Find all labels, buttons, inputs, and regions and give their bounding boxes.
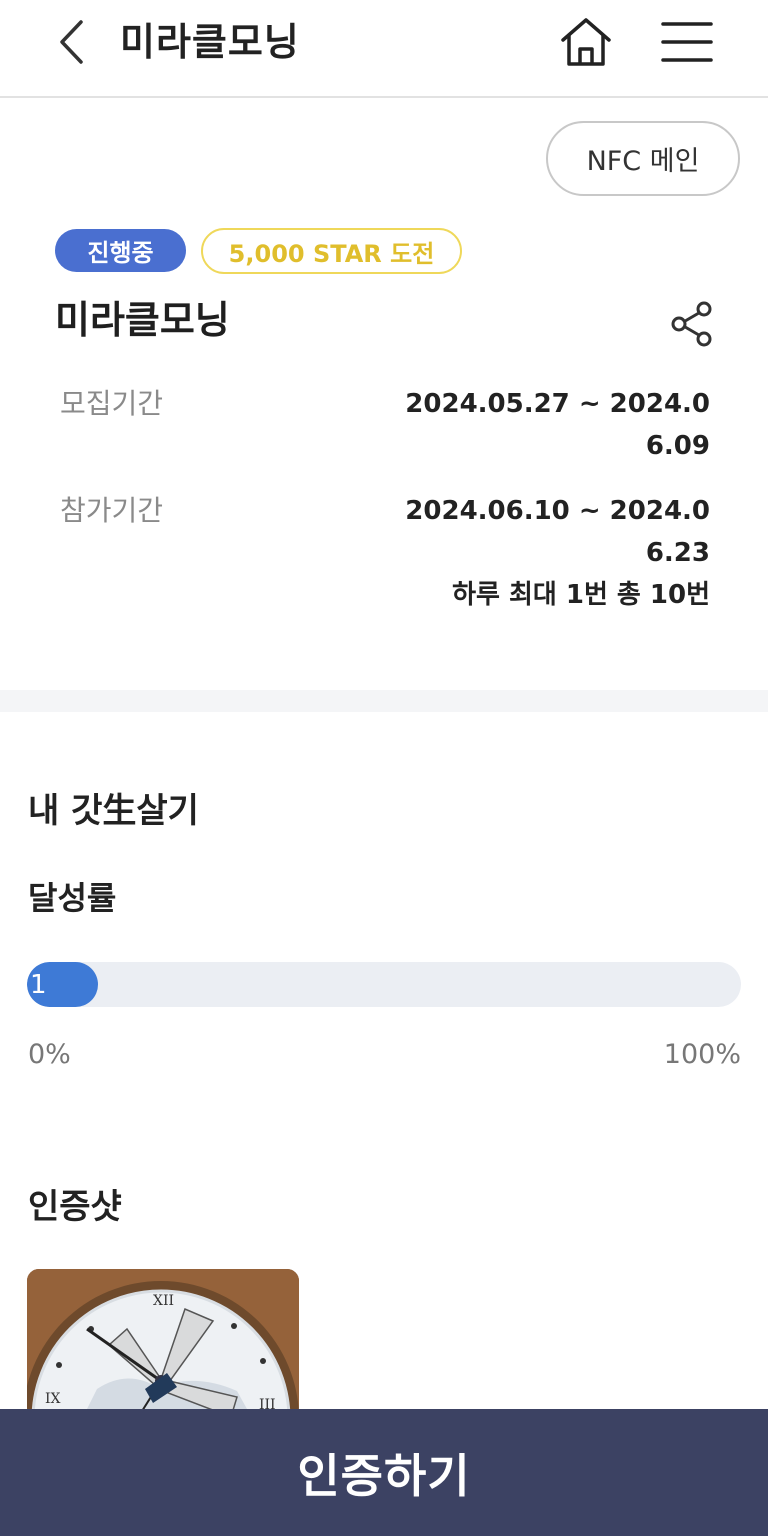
chevron-left-icon xyxy=(60,20,83,64)
challenge-title: 미라클모닝 xyxy=(55,298,230,342)
svg-text:IX: IX xyxy=(45,1391,61,1407)
share-button[interactable] xyxy=(664,298,720,350)
recruit-period-value: 2024.05.27 ~ 2024.06.09 xyxy=(405,389,710,461)
svg-text:XII: XII xyxy=(153,1293,174,1309)
nfc-main-button[interactable]: NFC 메인 xyxy=(546,121,740,196)
home-button[interactable] xyxy=(556,12,616,72)
back-button[interactable] xyxy=(48,14,96,70)
home-icon xyxy=(561,18,611,66)
proof-photos-title: 인증샷 xyxy=(28,1187,122,1227)
clock-photo-image: XII IX III xyxy=(27,1269,299,1419)
proof-photo-thumbnail[interactable]: XII IX III xyxy=(27,1269,299,1419)
challenge-detail-page: 미라클모닝 NFC 메인 진행중 5,000 STAR 도전 미라클모닝 모집기… xyxy=(0,0,768,1536)
progress-min-label: 0% xyxy=(28,1039,71,1070)
participate-frequency: 하루 최대 1번 총 10번 xyxy=(452,580,710,610)
achievement-progress-bar xyxy=(27,962,741,1007)
section-divider xyxy=(0,690,768,712)
progress-max-label: 100% xyxy=(663,1039,741,1070)
participate-period-value: 2024.06.10 ~ 2024.06.23 xyxy=(405,496,710,568)
progress-value: 1 xyxy=(30,970,47,1000)
recruit-period-label: 모집기간 xyxy=(60,387,164,420)
top-header: 미라클모닝 xyxy=(0,0,768,98)
menu-button[interactable] xyxy=(658,14,716,70)
reward-badge: 5,000 STAR 도전 xyxy=(201,228,462,274)
hamburger-menu-icon xyxy=(661,22,713,62)
verify-button[interactable]: 인증하기 xyxy=(0,1409,768,1536)
header-title: 미라클모닝 xyxy=(120,20,300,64)
my-progress-section-title: 내 갓生살기 xyxy=(28,791,199,831)
participate-period-label: 참가기간 xyxy=(60,494,164,527)
achievement-rate-title: 달성률 xyxy=(28,879,117,917)
share-icon xyxy=(671,301,712,347)
status-badge: 진행중 xyxy=(55,229,186,272)
